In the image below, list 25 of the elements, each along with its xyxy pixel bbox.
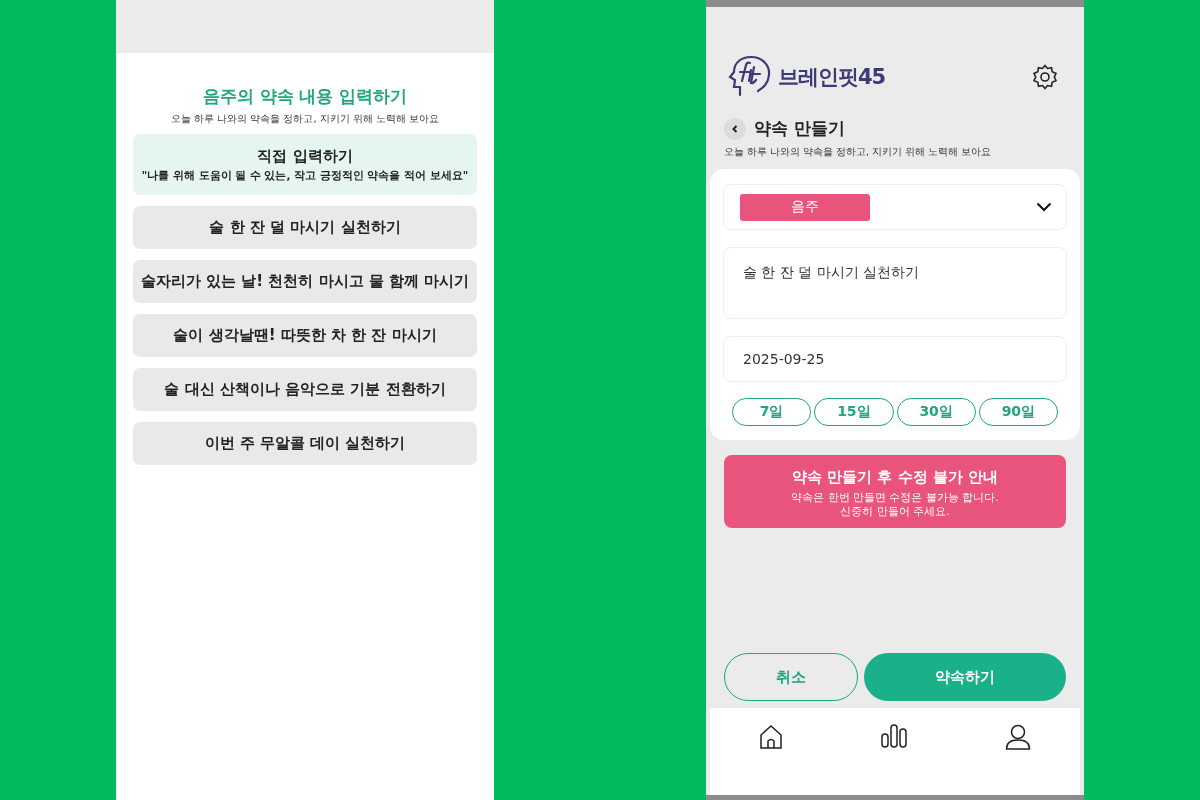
section-title: 음주의 약속 내용 입력하기 [202, 85, 408, 108]
custom-input-option[interactable]: 직접 입력하기 "나를 위해 도움이 될 수 있는, 작고 긍정적인 약속을 적어 보세요" [133, 134, 477, 195]
promise-option[interactable]: 술 한 잔 덜 마시기 실천하기 [133, 206, 477, 249]
head-logo-icon [726, 55, 772, 99]
user-icon[interactable] [1005, 724, 1031, 750]
app-name: 브레인핏45 [778, 64, 886, 91]
promise-option[interactable]: 이번 주 무알콜 데이 실천하기 [133, 422, 477, 465]
page-subtitle: 오늘 하루 나와의 약속을 정하고, 지키기 위해 노력해 보아요 [724, 146, 993, 159]
category-dropdown[interactable]: 음주 [723, 184, 1067, 230]
chevron-down-icon [1036, 202, 1052, 212]
section-subtitle: 오늘 하루 나와의 약속을 정하고, 지키기 위해 노력해 보아요 [170, 112, 440, 126]
date-field[interactable]: 2025-09-25 [723, 336, 1067, 382]
notice-title: 약속 만들기 후 수정 불가 안내 [791, 468, 999, 487]
notice-text: 약속은 한번 만들면 수정은 불가능 합니다. 신중히 만들어 주세요. [791, 491, 999, 519]
chevron-left-icon [730, 123, 740, 134]
bar-chart-icon[interactable] [881, 724, 907, 748]
page-title: 약속 만들기 [754, 117, 845, 140]
promise-option[interactable]: 술자리가 있는 날! 천천히 마시고 물 함께 마시기 [133, 260, 477, 303]
promise-option[interactable]: 술이 생각날땐! 따뜻한 차 한 잔 마시기 [133, 314, 477, 357]
back-button[interactable] [724, 117, 746, 140]
settings-icon[interactable] [1032, 64, 1058, 90]
promise-option[interactable]: 술 대신 산책이나 음악으로 기분 전환하기 [133, 368, 477, 411]
promise-text-field[interactable]: 술 한 잔 덜 마시기 실천하기 [723, 247, 1067, 319]
category-tag: 음주 [740, 193, 870, 221]
home-icon[interactable] [759, 724, 783, 750]
